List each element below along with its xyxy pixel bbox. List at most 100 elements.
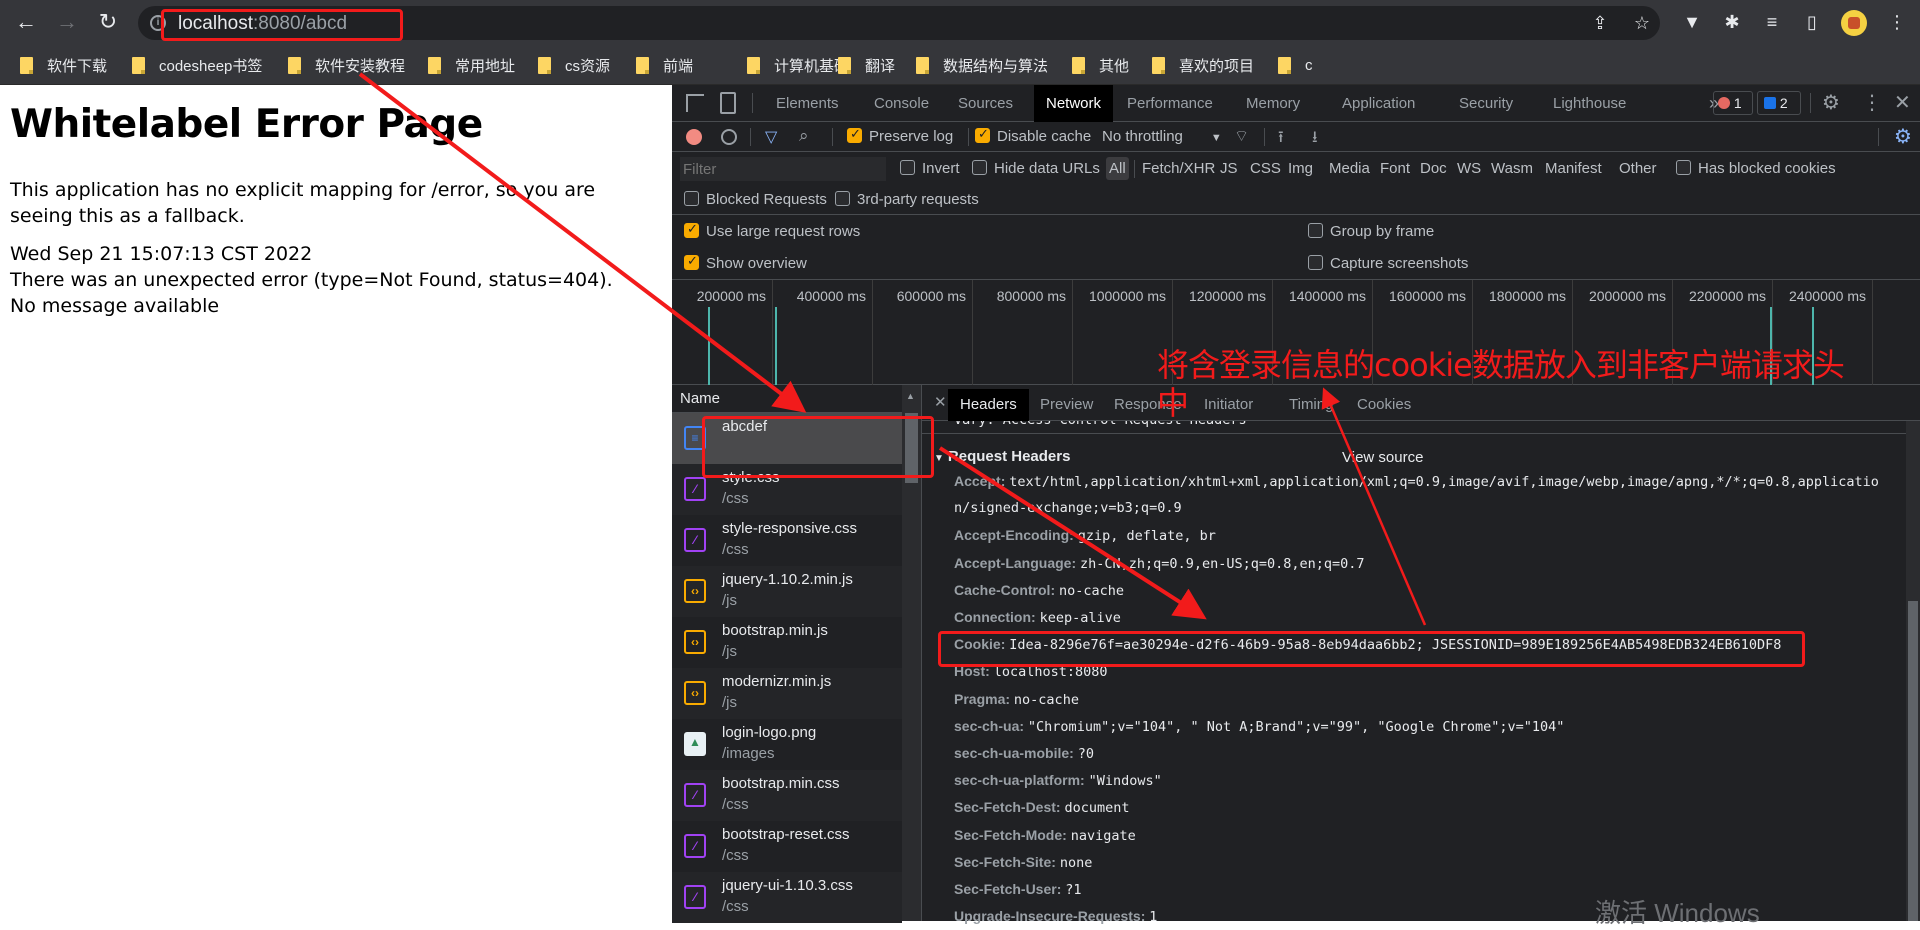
inspect-element-icon[interactable] — [686, 94, 704, 112]
blocked-requests-checkbox[interactable]: Blocked Requests — [684, 191, 827, 208]
request-header-row[interactable]: Upgrade-Insecure-Requests: 1 — [954, 908, 1157, 925]
menu-icon[interactable]: ⋮ — [1885, 11, 1909, 33]
export-har-icon[interactable]: ⭳ — [1312, 126, 1318, 153]
detail-tab-preview[interactable]: Preview — [1028, 389, 1105, 421]
devtools-tab-security[interactable]: Security — [1447, 85, 1525, 122]
request-headers-section[interactable]: ▼ Request Headers — [934, 448, 1070, 465]
detail-tab-cookies[interactable]: Cookies — [1345, 389, 1423, 421]
devtools-tab-lighthouse[interactable]: Lighthouse — [1541, 85, 1638, 122]
bookmark-item[interactable]: 喜欢的项目 — [1152, 55, 1254, 75]
record-button[interactable] — [686, 129, 702, 145]
clear-icon[interactable] — [721, 129, 737, 145]
bookmark-item[interactable]: c — [1278, 55, 1313, 75]
request-header-row[interactable]: Sec-Fetch-Dest: document — [954, 799, 1130, 816]
request-header-row[interactable]: sec-ch-ua: "Chromium";v="104", " Not A;B… — [954, 718, 1564, 735]
devtools-tab-elements[interactable]: Elements — [764, 85, 851, 122]
view-source-link[interactable]: View source — [1342, 449, 1423, 466]
hide-data-urls-checkbox[interactable]: Hide data URLs — [972, 160, 1100, 177]
filter-type-js[interactable]: JS — [1220, 160, 1238, 177]
filter-type-img[interactable]: Img — [1288, 160, 1313, 177]
devtools-tab-sources[interactable]: Sources — [946, 85, 1025, 122]
reload-icon[interactable]: ↻ — [96, 10, 120, 34]
request-row[interactable]: ‹› bootstrap.min.js/js — [672, 617, 902, 668]
scrollbar-thumb[interactable] — [1908, 601, 1918, 921]
filter-type-css[interactable]: CSS — [1250, 160, 1281, 177]
avatar[interactable] — [1841, 10, 1867, 36]
request-header-row[interactable]: sec-ch-ua-platform: "Windows" — [954, 772, 1162, 789]
filter-input[interactable] — [680, 157, 886, 181]
invert-checkbox[interactable]: Invert — [900, 160, 960, 177]
request-header-row[interactable]: Connection: keep-alive — [954, 609, 1121, 626]
details-scrollbar[interactable] — [1906, 421, 1920, 921]
preserve-log-checkbox[interactable]: Preserve log — [847, 126, 953, 145]
filter-type-wasm[interactable]: Wasm — [1491, 160, 1533, 177]
close-devtools-icon[interactable]: ✕ — [1894, 90, 1911, 115]
request-header-row[interactable]: Accept: text/html,application/xhtml+xml,… — [954, 473, 1879, 490]
name-column-header[interactable]: Name — [672, 385, 902, 413]
network-conditions-icon[interactable]: ⌔ — [1234, 126, 1249, 146]
bookmark-star-icon[interactable]: ☆ — [1630, 12, 1654, 34]
bookmark-item[interactable]: 其他 — [1072, 55, 1129, 75]
request-header-row[interactable]: Accept-Language: zh-CN,zh;q=0.9,en-US;q=… — [954, 555, 1365, 572]
detail-tab-initiator[interactable]: Initiator — [1192, 389, 1265, 421]
close-details-icon[interactable]: ✕ — [934, 393, 947, 411]
bookmark-item[interactable]: 常用地址 — [428, 55, 515, 75]
request-row[interactable]: ⁄ style-responsive.css/css — [672, 515, 902, 566]
detail-tab-timing[interactable]: Timing — [1277, 389, 1345, 421]
request-header-row[interactable]: Sec-Fetch-User: ?1 — [954, 881, 1082, 898]
request-header-row[interactable]: Sec-Fetch-Site: none — [954, 854, 1092, 871]
filter-type-media[interactable]: Media — [1329, 160, 1370, 177]
more-options-icon[interactable]: ⋮ — [1862, 90, 1882, 115]
request-header-row[interactable]: Accept-Encoding: gzip, deflate, br — [954, 527, 1216, 544]
request-row[interactable]: ‹› jquery-1.10.2.min.js/js — [672, 566, 902, 617]
message-count-badge[interactable]: 2 — [1757, 91, 1801, 115]
share-icon[interactable]: ⇪ — [1588, 12, 1612, 34]
group-by-frame-checkbox[interactable]: Group by frame — [1308, 223, 1434, 240]
request-row[interactable]: ▲ login-logo.png/images — [672, 719, 902, 770]
request-header-row[interactable]: Pragma: no-cache — [954, 691, 1079, 708]
filter-type-ws[interactable]: WS — [1457, 160, 1481, 177]
filter-icon[interactable]: ▽ — [765, 127, 777, 147]
large-rows-checkbox[interactable]: Use large request rows — [684, 221, 860, 240]
back-icon[interactable]: ← — [14, 10, 38, 34]
extensions-icon[interactable]: ✱ — [1720, 11, 1744, 33]
search-icon[interactable]: ⌕ — [799, 126, 809, 146]
detail-tab-headers[interactable]: Headers — [948, 389, 1029, 421]
forward-icon[interactable]: → — [55, 10, 79, 34]
bookmark-item[interactable]: 计算机基础 — [747, 55, 849, 75]
disable-cache-checkbox[interactable]: Disable cache — [975, 126, 1091, 145]
device-toolbar-icon[interactable] — [720, 92, 736, 114]
media-control-icon[interactable]: ≡ — [1760, 11, 1784, 33]
vue-devtools-icon[interactable]: ▼ — [1680, 11, 1704, 33]
show-overview-checkbox[interactable]: Show overview — [684, 253, 807, 272]
side-panel-icon[interactable]: ▯ — [1800, 11, 1824, 33]
bookmark-item[interactable]: 前端 — [636, 55, 693, 75]
devtools-tab-network[interactable]: Network — [1034, 85, 1114, 122]
bookmark-item[interactable]: cs资源 — [538, 55, 610, 75]
request-header-row[interactable]: sec-ch-ua-mobile: ?0 — [954, 745, 1094, 762]
request-header-row[interactable]: Sec-Fetch-Mode: navigate — [954, 827, 1136, 844]
bookmark-item[interactable]: codesheep书签 — [132, 55, 262, 75]
has-blocked-cookies-checkbox[interactable]: Has blocked cookies — [1676, 160, 1836, 177]
filter-type-manifest[interactable]: Manifest — [1545, 160, 1602, 177]
devtools-tab-performance[interactable]: Performance — [1115, 85, 1225, 122]
third-party-checkbox[interactable]: 3rd-party requests — [835, 191, 979, 208]
request-header-row[interactable]: Cache-Control: no-cache — [954, 582, 1124, 599]
devtools-tab-application[interactable]: Application — [1330, 85, 1427, 122]
filter-type-other[interactable]: Other — [1619, 160, 1657, 177]
error-count-badge[interactable]: 1 — [1713, 91, 1753, 115]
scroll-up-icon[interactable]: ▲ — [906, 391, 915, 401]
settings-gear-icon[interactable]: ⚙ — [1822, 90, 1840, 115]
bookmark-item[interactable]: 数据结构与算法 — [916, 55, 1048, 75]
bookmark-item[interactable]: 软件下载 — [20, 55, 107, 75]
filter-type-font[interactable]: Font — [1380, 160, 1410, 177]
request-row[interactable]: ⁄ jquery-ui-1.10.3.css/css — [672, 872, 902, 923]
devtools-tab-console[interactable]: Console — [862, 85, 941, 122]
filter-type-all[interactable]: All — [1106, 157, 1129, 180]
throttling-select[interactable]: No throttling ▼ — [1102, 128, 1222, 145]
request-header-row[interactable]: n/signed-exchange;v=b3;q=0.9 — [954, 500, 1182, 516]
import-har-icon[interactable]: ⭱ — [1278, 126, 1284, 153]
request-row[interactable]: ⁄ bootstrap-reset.css/css — [672, 821, 902, 872]
request-row[interactable]: ‹› modernizr.min.js/js — [672, 668, 902, 719]
network-settings-icon[interactable]: ⚙ — [1894, 124, 1912, 149]
